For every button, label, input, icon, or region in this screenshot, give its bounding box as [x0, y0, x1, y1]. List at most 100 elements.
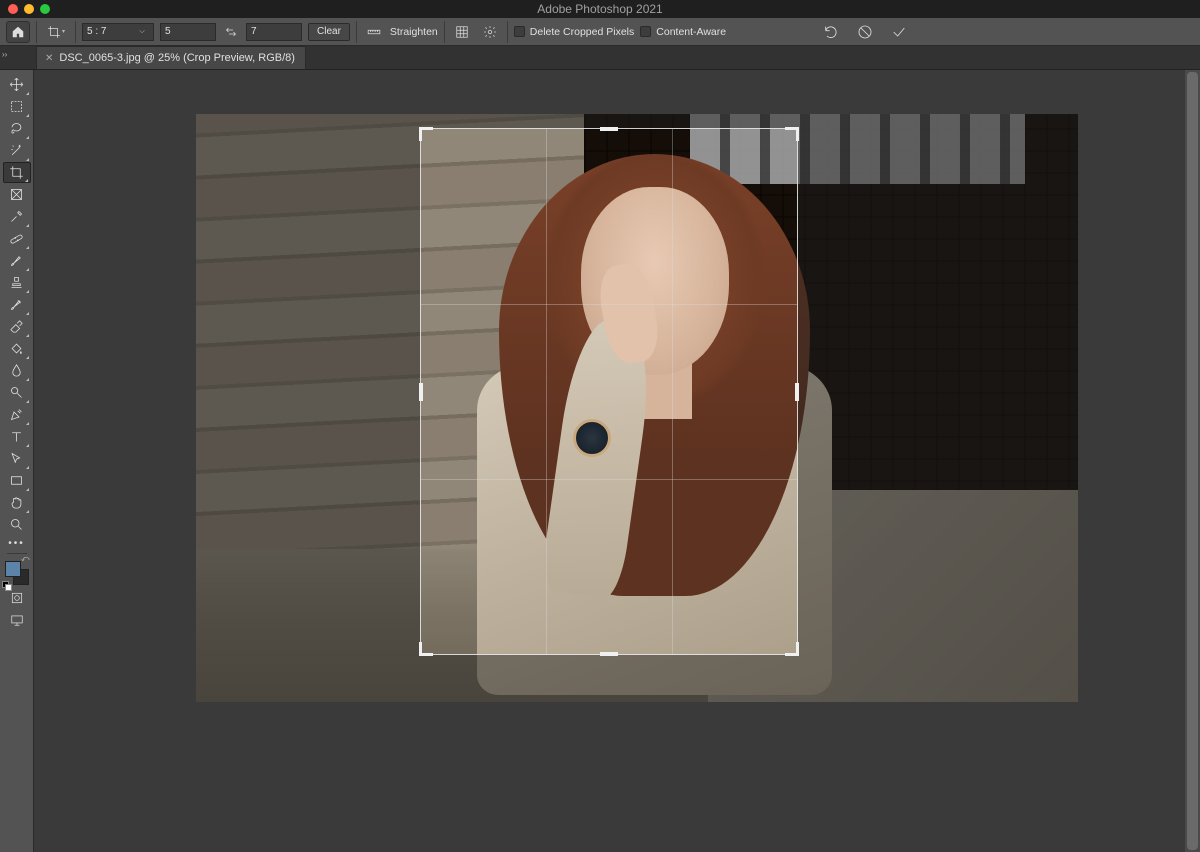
crop-height-value: 7 [251, 26, 257, 37]
crop-gridline [421, 479, 797, 480]
screen-mode-button[interactable] [3, 611, 31, 629]
path-select-tool[interactable] [3, 448, 31, 469]
window-controls [0, 4, 50, 14]
commit-crop-button[interactable] [888, 21, 910, 43]
eraser-icon [9, 319, 24, 334]
crop-icon [9, 165, 24, 180]
document-tab[interactable]: ✕ DSC_0065-3.jpg @ 25% (Crop Preview, RG… [36, 46, 306, 69]
canvas-area[interactable] [34, 70, 1200, 852]
move-tool[interactable] [3, 74, 31, 95]
edit-toolbar-button[interactable]: ••• [3, 536, 31, 550]
magnifier-icon [9, 517, 24, 532]
brush-tool[interactable] [3, 250, 31, 271]
checkbox-box [640, 26, 651, 37]
hand-icon [9, 495, 24, 510]
expand-panel-icon[interactable]: ›› [2, 50, 7, 59]
crop-box[interactable] [420, 128, 798, 655]
type-icon [9, 429, 24, 444]
check-icon [891, 24, 907, 40]
flyout-indicator [26, 444, 29, 447]
crop-icon [47, 25, 61, 39]
lasso-tool[interactable] [3, 118, 31, 139]
crop-handle-right[interactable] [795, 383, 799, 401]
active-tool-indicator[interactable]: ▾ [43, 21, 69, 43]
history-brush-tool[interactable] [3, 294, 31, 315]
quick-mask-button[interactable] [3, 589, 31, 607]
flyout-indicator [25, 179, 28, 182]
straighten-button[interactable] [363, 21, 385, 43]
window-minimize-button[interactable] [24, 4, 34, 14]
blur-tool[interactable] [3, 360, 31, 381]
swap-dimensions-button[interactable] [222, 23, 240, 41]
swap-icon [225, 26, 237, 38]
crop-handle-bottom[interactable] [600, 652, 618, 656]
crop-height-input[interactable]: 7 [246, 23, 302, 41]
flyout-indicator [26, 114, 29, 117]
frame-tool[interactable] [3, 184, 31, 205]
dodge-tool[interactable] [3, 382, 31, 403]
color-swatches[interactable]: ⤺ [5, 561, 29, 585]
eraser-tool[interactable] [3, 316, 31, 337]
crop-handle-top[interactable] [600, 127, 618, 131]
divider [36, 21, 37, 43]
document-tab-bar: ✕ DSC_0065-3.jpg @ 25% (Crop Preview, RG… [0, 46, 1200, 70]
crop-handle-top-right[interactable] [785, 127, 799, 141]
home-button[interactable] [6, 21, 30, 43]
window-zoom-button[interactable] [40, 4, 50, 14]
pen-tool[interactable] [3, 404, 31, 425]
crop-gridline [546, 129, 547, 654]
delete-cropped-checkbox[interactable]: Delete Cropped Pixels [514, 26, 634, 38]
crop-handle-left[interactable] [419, 383, 423, 401]
history-brush-icon [9, 297, 24, 312]
crop-handle-bottom-left[interactable] [419, 642, 433, 656]
default-colors-icon[interactable] [2, 581, 10, 589]
crop-width-value: 5 [165, 26, 171, 37]
crop-tool[interactable] [3, 162, 31, 183]
crop-handle-bottom-right[interactable] [785, 642, 799, 656]
marquee-tool[interactable] [3, 96, 31, 117]
delete-cropped-label: Delete Cropped Pixels [530, 26, 634, 38]
flyout-indicator [26, 224, 29, 227]
scroll-thumb[interactable] [1187, 72, 1198, 850]
healing-brush-tool[interactable] [3, 228, 31, 249]
crop-options-button[interactable] [479, 21, 501, 43]
window-close-button[interactable] [8, 4, 18, 14]
dodge-icon [9, 385, 24, 400]
swap-colors-icon[interactable]: ⤺ [21, 554, 30, 564]
eyedropper-tool[interactable] [3, 206, 31, 227]
chevron-down-icon: ⌵ [135, 28, 149, 36]
type-tool[interactable] [3, 426, 31, 447]
clear-button[interactable]: Clear [308, 23, 350, 41]
crop-width-input[interactable]: 5 [160, 23, 216, 41]
gradient-tool[interactable] [3, 338, 31, 359]
flyout-indicator [26, 268, 29, 271]
magic-wand-tool[interactable] [3, 140, 31, 161]
close-tab-button[interactable]: ✕ [45, 53, 53, 64]
reset-crop-button[interactable] [820, 21, 842, 43]
hand-tool[interactable] [3, 492, 31, 513]
options-bar: ▾ 5 : 7 ⌵ 5 7 Clear Straighten Delete Cr… [0, 18, 1200, 46]
zoom-tool[interactable] [3, 514, 31, 535]
overlay-options-button[interactable] [451, 21, 473, 43]
flyout-indicator [26, 334, 29, 337]
flyout-indicator [26, 510, 29, 513]
crop-ratio-preset-select[interactable]: 5 : 7 ⌵ [82, 23, 154, 41]
flyout-indicator [26, 422, 29, 425]
content-aware-checkbox[interactable]: Content-Aware [640, 26, 726, 38]
flyout-indicator [26, 488, 29, 491]
screen-mode-icon [10, 613, 24, 627]
crop-handle-top-left[interactable] [419, 127, 433, 141]
gear-icon [483, 25, 497, 39]
crop-gridline [672, 129, 673, 654]
cancel-crop-button[interactable] [854, 21, 876, 43]
flyout-indicator [26, 92, 29, 95]
clone-stamp-tool[interactable] [3, 272, 31, 293]
flyout-indicator [26, 246, 29, 249]
frame-icon [9, 187, 24, 202]
foreground-color-swatch[interactable] [5, 561, 21, 577]
vertical-scrollbar[interactable] [1185, 70, 1200, 852]
ruler-icon [367, 25, 381, 39]
shape-tool[interactable] [3, 470, 31, 491]
stamp-icon [9, 275, 24, 290]
drop-icon [9, 363, 24, 378]
